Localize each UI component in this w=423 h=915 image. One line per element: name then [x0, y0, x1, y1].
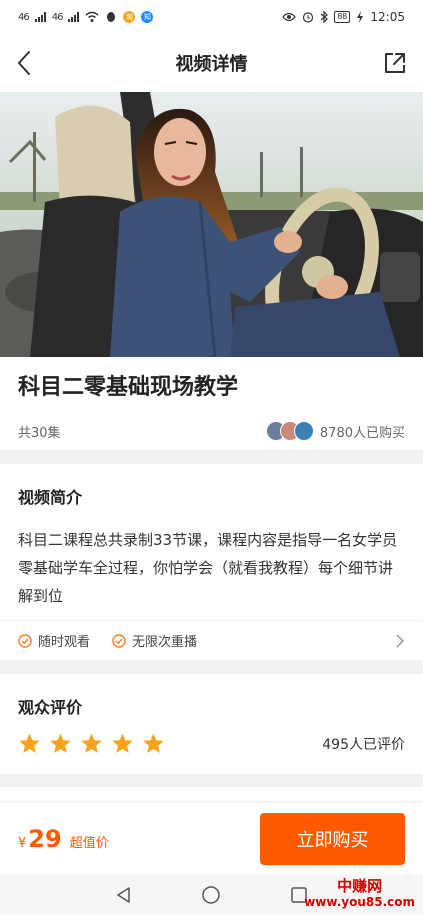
features-row[interactable]: 随时观看 无限次重播	[0, 620, 423, 660]
chevron-right-icon[interactable]	[395, 633, 405, 649]
buyers-info: 8780人已购买	[265, 421, 405, 441]
course-info-card: 科目二零基础现场教学 共30集 8780人已购买	[0, 357, 423, 450]
review-row: 495人已评价	[18, 732, 405, 755]
next-section-card	[0, 787, 423, 801]
star-icon	[19, 733, 40, 753]
cover-illustration	[0, 92, 423, 357]
review-count: 495人已评价	[322, 736, 405, 753]
feature-label: 无限次重播	[132, 635, 198, 650]
review-title: 观众评价	[18, 698, 83, 717]
review-card: 观众评价 495人已评价	[0, 674, 423, 774]
star-icon	[50, 733, 71, 753]
check-circle-icon	[18, 633, 32, 648]
buyer-count: 8780人已购买	[319, 425, 405, 441]
nav-header: 视频详情	[0, 34, 423, 92]
course-cover-image[interactable]	[0, 92, 423, 357]
back-triangle-icon[interactable]	[114, 885, 134, 905]
signal-label-2: 46	[51, 11, 64, 23]
feature-item: 无限次重播	[112, 631, 197, 650]
wifi-icon	[85, 11, 99, 22]
alarm-icon	[303, 12, 314, 23]
bluetooth-icon	[320, 11, 329, 23]
signal-icon	[34, 12, 46, 22]
intro-card: 视频简介 科目二课程总共录制33节课，课程内容是指导一名女学员零基础学车全过程，…	[0, 464, 423, 660]
price-value: 29	[28, 824, 62, 853]
buyer-avatars	[265, 421, 314, 441]
home-circle-icon[interactable]	[201, 885, 221, 905]
course-title: 科目二零基础现场教学	[18, 375, 239, 400]
currency-symbol: ¥	[18, 835, 27, 851]
signal-icon	[68, 12, 80, 22]
feature-item: 随时观看	[18, 631, 90, 650]
chevron-left-icon[interactable]	[14, 50, 36, 76]
price-tag: 超值价	[69, 835, 109, 851]
price-block: ¥ 29 超值价	[18, 825, 109, 853]
buy-bar: ¥ 29 超值价 立即购买	[0, 801, 423, 875]
star-icon	[112, 733, 133, 753]
star-icon	[143, 733, 164, 753]
taobao-icon: 淘	[123, 11, 136, 23]
watermark-url: www.you85.com	[304, 895, 415, 909]
intro-text: 科目二课程总共录制33节课，课程内容是指导一名女学员零基础学车全过程，你怕学会（…	[18, 531, 398, 605]
qq-icon	[107, 12, 116, 22]
star-rating	[18, 732, 165, 755]
signal-label-1: 46	[18, 11, 30, 23]
episode-count: 共30集	[18, 425, 61, 441]
share-icon[interactable]	[383, 51, 407, 75]
avatar	[293, 421, 314, 441]
page-title: 视频详情	[175, 54, 248, 75]
check-circle-icon	[112, 633, 126, 648]
zhihu-icon: 知	[141, 11, 154, 23]
charging-icon	[357, 11, 364, 23]
battery-icon: 88	[334, 11, 351, 23]
star-icon	[81, 733, 102, 753]
watermark-title: 中赚网	[337, 877, 383, 895]
course-meta-row: 共30集 8780人已购买	[18, 421, 405, 441]
clock: 12:05	[370, 10, 405, 24]
buy-now-button[interactable]: 立即购买	[260, 812, 405, 865]
status-left: 46 46 淘 知	[18, 11, 154, 23]
status-right: 88 12:05	[282, 10, 405, 24]
eye-icon	[282, 12, 297, 22]
watermark: 中赚网 www.you85.com	[304, 878, 415, 910]
feature-label: 随时观看	[38, 635, 91, 650]
status-bar: 46 46 淘 知 88 12:05	[0, 0, 423, 34]
intro-title: 视频简介	[18, 488, 83, 507]
